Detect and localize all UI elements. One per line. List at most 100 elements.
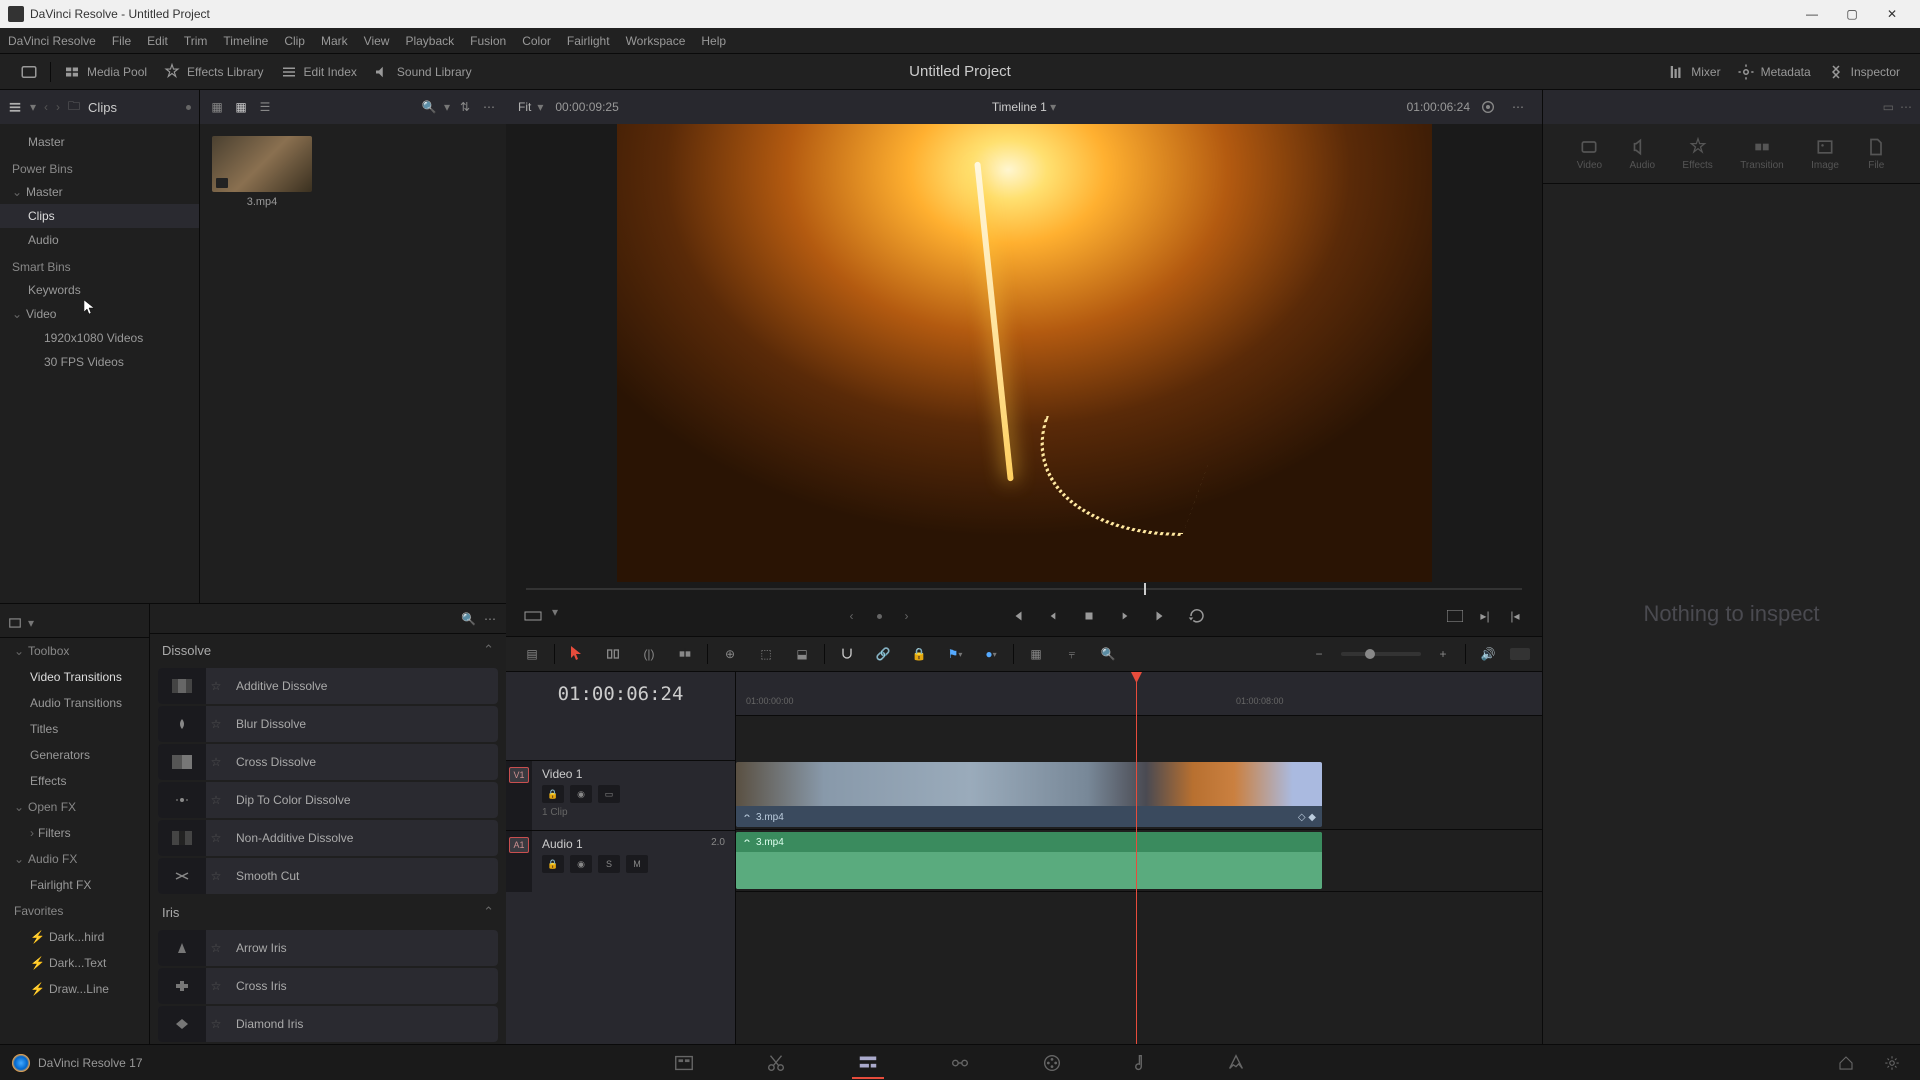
lock-icon[interactable]: 🔒 xyxy=(905,640,933,668)
timeline-ruler[interactable]: 01:00:00:00 01:00:08:00 xyxy=(736,672,1542,716)
fx-toolbox[interactable]: ⌄Toolbox xyxy=(0,638,149,664)
menu-color[interactable]: Color xyxy=(522,34,551,48)
track-enable-icon[interactable]: ◉ xyxy=(570,785,592,803)
chevron-down-icon[interactable]: ▾ xyxy=(537,100,543,114)
sound-library-button[interactable]: Sound Library xyxy=(365,59,480,85)
in-out-icon[interactable] xyxy=(522,605,544,627)
menu-playback[interactable]: Playback xyxy=(405,34,454,48)
fx-audiofx[interactable]: ⌄Audio FX xyxy=(0,846,149,872)
fx-video-transitions[interactable]: Video Transitions xyxy=(0,664,149,690)
fx-panel-icon[interactable] xyxy=(8,616,22,630)
menu-view[interactable]: View xyxy=(364,34,390,48)
fx-smooth-cut[interactable]: ☆Smooth Cut xyxy=(158,858,498,894)
inspector-tab-audio[interactable]: Audio xyxy=(1629,137,1655,171)
close-button[interactable]: ✕ xyxy=(1872,0,1912,28)
viewer[interactable] xyxy=(506,124,1542,582)
fx-cross-dissolve[interactable]: ☆Cross Dissolve xyxy=(158,744,498,780)
fx-search-icon[interactable]: 🔍 xyxy=(461,612,476,626)
overwrite-clip-icon[interactable]: ⬚ xyxy=(752,640,780,668)
page-fusion[interactable] xyxy=(944,1047,976,1079)
minimize-button[interactable]: — xyxy=(1792,0,1832,28)
smart-30fps[interactable]: 30 FPS Videos xyxy=(0,350,199,374)
fx-group-dissolve[interactable]: Dissolve⌃ xyxy=(150,634,506,666)
fx-audio-transitions[interactable]: Audio Transitions xyxy=(0,690,149,716)
playhead[interactable] xyxy=(1136,672,1137,1044)
fx-blur-dissolve[interactable]: ☆Blur Dissolve xyxy=(158,706,498,742)
replace-clip-icon[interactable]: ⬓ xyxy=(788,640,816,668)
fx-additive-dissolve[interactable]: ☆Additive Dissolve xyxy=(158,668,498,704)
viewer-scrubber[interactable] xyxy=(526,582,1522,596)
page-edit[interactable] xyxy=(852,1047,884,1079)
track-thumb-icon[interactable]: ▭ xyxy=(598,785,620,803)
edit-index-button[interactable]: Edit Index xyxy=(272,59,365,85)
thumb-view-icon[interactable]: ▦ xyxy=(232,98,250,116)
search-icon[interactable]: 🔍 xyxy=(420,98,438,116)
stop-icon[interactable] xyxy=(1078,605,1100,627)
track-enable-icon[interactable]: ◉ xyxy=(570,855,592,873)
trim-tool-icon[interactable] xyxy=(599,640,627,668)
menu-davinci[interactable]: DaVinci Resolve xyxy=(8,34,96,48)
settings-button[interactable] xyxy=(1876,1047,1908,1079)
fx-more-icon[interactable]: ⋯ xyxy=(484,612,496,626)
menu-fusion[interactable]: Fusion xyxy=(470,34,506,48)
menu-file[interactable]: File xyxy=(112,34,131,48)
metadata-view-icon[interactable]: ▦ xyxy=(208,98,226,116)
fx-fairlight[interactable]: Fairlight FX xyxy=(0,872,149,898)
timeline-opts-icon[interactable]: ▦ xyxy=(1022,640,1050,668)
page-fairlight[interactable] xyxy=(1128,1047,1160,1079)
smart-video[interactable]: ⌄Video xyxy=(0,302,199,326)
effects-library-button[interactable]: Effects Library xyxy=(155,59,271,85)
fav-3[interactable]: ⚡Draw...Line xyxy=(0,976,149,1002)
chevron-down-icon[interactable]: ▾ xyxy=(30,100,36,114)
go-end-icon[interactable] xyxy=(1150,605,1172,627)
loop-icon[interactable] xyxy=(1186,605,1208,627)
home-button[interactable] xyxy=(1830,1047,1862,1079)
nav-fwd-icon[interactable]: › xyxy=(56,100,60,114)
track-lock-icon[interactable]: 🔒 xyxy=(542,855,564,873)
viewer-more-icon[interactable]: ⋯ xyxy=(1506,95,1530,119)
timeline-tracks[interactable]: 01:00:00:00 01:00:08:00 3.mp4◇ ◆ 3.mp4 xyxy=(736,672,1542,1044)
nav-prev-icon[interactable]: ‹ xyxy=(841,605,863,627)
fx-dip-to-color[interactable]: ☆Dip To Color Dissolve xyxy=(158,782,498,818)
zoom-out-icon[interactable]: − xyxy=(1305,640,1333,668)
fx-openfx[interactable]: ⌄Open FX xyxy=(0,794,149,820)
flag-icon[interactable]: ⚑▾ xyxy=(941,640,969,668)
viewer-fit[interactable]: Fit xyxy=(518,100,531,114)
play-icon[interactable] xyxy=(1114,605,1136,627)
inspector-tab-effects[interactable]: Effects xyxy=(1682,137,1712,171)
page-media[interactable] xyxy=(668,1047,700,1079)
video-track-header[interactable]: V1 Video 1 🔒 ◉ ▭ 1 Clip xyxy=(506,760,735,830)
inspector-tab-transition[interactable]: Transition xyxy=(1740,137,1784,171)
fx-generators[interactable]: Generators xyxy=(0,742,149,768)
next-edit-icon[interactable]: ▸| xyxy=(1474,605,1496,627)
bin-list-icon[interactable] xyxy=(8,100,22,114)
fx-arrow-iris[interactable]: ☆Arrow Iris xyxy=(158,930,498,966)
insert-clip-icon[interactable]: ⊕ xyxy=(716,640,744,668)
fx-diamond-iris[interactable]: ☆Diamond Iris xyxy=(158,1006,498,1042)
smart-keywords[interactable]: Keywords xyxy=(0,278,199,302)
power-master[interactable]: ⌄Master xyxy=(0,180,199,204)
inspector-button[interactable]: Inspector xyxy=(1819,59,1908,85)
menu-clip[interactable]: Clip xyxy=(284,34,305,48)
fx-cross-iris[interactable]: ☆Cross Iris xyxy=(158,968,498,1004)
snap-icon[interactable] xyxy=(833,640,861,668)
inspector-tab-video[interactable]: Video xyxy=(1577,137,1602,171)
nav-back-icon[interactable]: ‹ xyxy=(44,100,48,114)
page-cut[interactable] xyxy=(760,1047,792,1079)
power-clips[interactable]: Clips xyxy=(0,204,199,228)
inspector-expand-icon[interactable]: ▭ xyxy=(1883,100,1894,114)
track-mute-button[interactable]: M xyxy=(626,855,648,873)
audio-clip[interactable]: 3.mp4 xyxy=(736,832,1322,889)
video-track-tag[interactable]: V1 xyxy=(509,767,529,783)
menu-mark[interactable]: Mark xyxy=(321,34,348,48)
page-deliver[interactable] xyxy=(1220,1047,1252,1079)
zoom-in-icon[interactable]: + xyxy=(1429,640,1457,668)
link-icon[interactable]: 🔗 xyxy=(869,640,897,668)
chevron-down-icon[interactable]: ▾ xyxy=(28,616,34,630)
prev-edit-icon[interactable]: |◂ xyxy=(1504,605,1526,627)
maximize-button[interactable]: ▢ xyxy=(1832,0,1872,28)
fx-non-additive[interactable]: ☆Non-Additive Dissolve xyxy=(158,820,498,856)
layout-button[interactable] xyxy=(12,59,46,85)
menu-trim[interactable]: Trim xyxy=(184,34,208,48)
fx-effects[interactable]: Effects xyxy=(0,768,149,794)
